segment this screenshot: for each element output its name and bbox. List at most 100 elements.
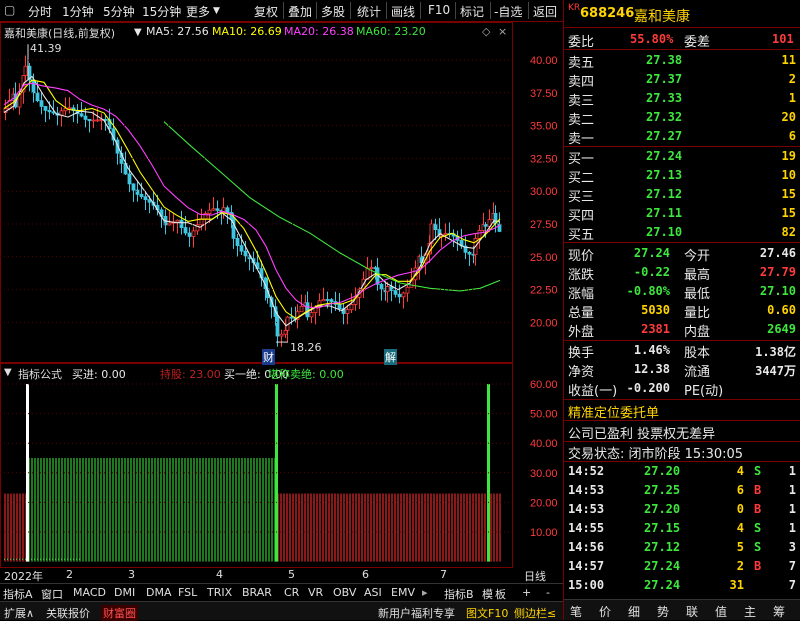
indicator-bar (493, 493, 495, 562)
tab-brar[interactable]: BRAR (242, 586, 272, 599)
tab-emv[interactable]: EMV (391, 586, 415, 599)
tab-cr[interactable]: CR (284, 586, 299, 599)
diamond-icon[interactable]: ◇ (482, 25, 490, 38)
precise-order-link[interactable]: 精准定位委托单 (568, 402, 659, 421)
back-button[interactable]: 返回 (533, 3, 557, 20)
price-tick-label: 30.00 (530, 186, 558, 198)
sidebar-toggle-button[interactable]: 侧边栏≤ (514, 605, 556, 621)
indicator-bar (112, 458, 114, 562)
bid-level-price[interactable]: 27.12 (646, 187, 682, 201)
right-tab[interactable]: 主 (744, 603, 756, 620)
wealth-circle-button[interactable]: 财富圈 (101, 605, 138, 621)
ask-level-price[interactable]: 27.33 (646, 91, 682, 105)
draw-line-button[interactable]: 画线 (391, 3, 415, 20)
indicator-bar (154, 458, 156, 562)
mark-button[interactable]: 标记 (460, 3, 484, 20)
right-tab[interactable]: 细 (628, 603, 640, 620)
right-tab[interactable]: 笔 (570, 603, 582, 620)
candle-body (91, 119, 96, 122)
indicator-bar (463, 493, 465, 562)
tab-dmi[interactable]: DMI (114, 586, 135, 599)
candle-body (211, 208, 216, 211)
bid-level-price[interactable]: 27.10 (646, 225, 682, 239)
indicator-tick-label: 50.00 (530, 409, 558, 421)
tab-template-1[interactable]: 模 (482, 586, 493, 602)
right-tab[interactable]: 值 (715, 603, 727, 620)
trade-status: 交易状态: 闭市阶段 15:30:05 (568, 447, 744, 462)
tab-trix[interactable]: TRIX (207, 586, 232, 599)
ask-level-price[interactable]: 27.38 (646, 53, 682, 67)
x-label-4: 4 (216, 568, 223, 581)
tab-timeshare[interactable]: 分时 (28, 3, 52, 20)
chart-area[interactable]: 40.00 37.50 35.00 32.50 30.00 27.50 25.00 22.50… (0, 22, 563, 568)
ask-level-price[interactable]: 27.32 (646, 110, 682, 124)
right-tab[interactable]: 价 (599, 603, 611, 620)
period-label[interactable]: 日线 (524, 568, 546, 584)
expand-button[interactable]: 扩展∧ (4, 605, 34, 621)
indicator-bar (76, 458, 78, 562)
indicator-bar (241, 458, 243, 562)
bid-level-price[interactable]: 27.11 (646, 206, 682, 220)
indicator-bar (232, 458, 234, 562)
tab-dma[interactable]: DMA (146, 586, 172, 599)
zoom-out-button[interactable]: - (546, 586, 550, 599)
indicator-bar (184, 458, 186, 562)
candle-body (369, 267, 374, 270)
tab-obv[interactable]: OBV (333, 586, 356, 599)
right-tab[interactable]: 势 (657, 603, 669, 620)
right-tab[interactable]: 联 (686, 603, 698, 620)
ma20-label: MA20: 26.38 (284, 25, 354, 38)
close-icon[interactable]: × (498, 25, 507, 38)
related-quotes-button[interactable]: 关联报价 (46, 605, 90, 621)
indicator-bar (370, 493, 372, 562)
financial-report-marker[interactable]: 财 (262, 349, 275, 365)
f10-button[interactable]: F10 (428, 3, 450, 17)
tab-window[interactable]: 窗口 (41, 586, 63, 602)
zoom-in-button[interactable]: + (522, 586, 531, 599)
indicator-bar (142, 458, 144, 562)
more-button[interactable]: 更多 (186, 3, 210, 20)
multi-stock-button[interactable]: 多股 (321, 3, 345, 20)
restore-right-button[interactable]: 复权 (254, 3, 278, 20)
candle-body (131, 183, 136, 191)
indicator-title[interactable]: 指标公式 (18, 366, 62, 382)
ask-level-price[interactable]: 27.27 (646, 129, 682, 143)
tab-vr[interactable]: VR (308, 586, 323, 599)
tab-15min[interactable]: 15分钟 (142, 3, 181, 20)
indicator-bar (490, 493, 492, 562)
ask-level-price[interactable]: 27.37 (646, 72, 682, 86)
remove-favorite-button[interactable]: -自选 (494, 3, 522, 20)
dropdown-triangle-icon[interactable]: ▼ (134, 27, 142, 38)
tab-indicator-b[interactable]: 指标B (444, 586, 474, 602)
statistics-button[interactable]: 统计 (357, 3, 381, 20)
indicator-bar (442, 493, 444, 562)
indicator-bar (148, 458, 150, 562)
tab-template-2[interactable]: 板 (495, 586, 506, 602)
indicator-bar (34, 458, 36, 562)
candle-body (207, 209, 212, 214)
tab-indicator-a[interactable]: 指标A (3, 586, 33, 602)
new-user-benefit-link[interactable]: 新用户福利专享 (378, 605, 455, 621)
chevron-down-icon[interactable]: ▼ (213, 6, 220, 16)
tab-asi[interactable]: ASI (364, 586, 382, 599)
bid-level-price[interactable]: 27.24 (646, 149, 682, 163)
indicator-bar (181, 458, 183, 562)
right-tab[interactable]: 筹 (773, 603, 785, 620)
collapse-icon[interactable]: ▢ (4, 3, 15, 17)
candle-body (401, 292, 406, 298)
graphic-f10-button[interactable]: 图文F10 (466, 605, 508, 621)
bid-level-price[interactable]: 27.13 (646, 168, 682, 182)
indicator-bar (130, 458, 132, 562)
tab-macd[interactable]: MACD (73, 586, 106, 599)
indicator-bar (16, 493, 18, 562)
indicator-bar (109, 458, 111, 562)
tab-fsl[interactable]: FSL (178, 586, 197, 599)
tab-5min[interactable]: 5分钟 (103, 3, 135, 20)
arrow-right-icon[interactable]: ▸ (422, 586, 428, 599)
indicator-bar (397, 493, 399, 562)
overlay-button[interactable]: 叠加 (288, 3, 312, 20)
unlock-marker[interactable]: 解 (384, 349, 397, 365)
tab-1min[interactable]: 1分钟 (62, 3, 94, 20)
tick-price: 27.15 (644, 521, 681, 535)
indicator-chevron-icon[interactable]: ▼ (4, 367, 12, 378)
